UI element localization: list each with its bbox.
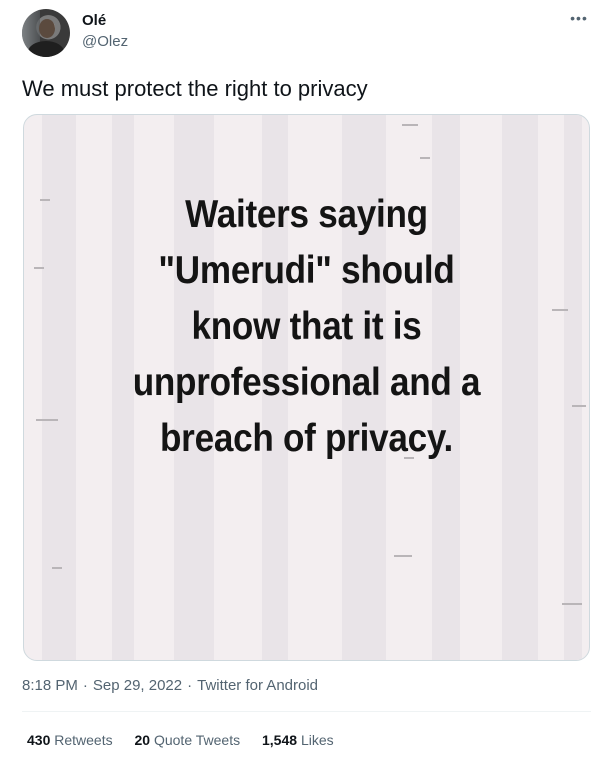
separator-dot: ·: [82, 677, 88, 694]
image-speck: [402, 124, 418, 126]
separator-dot: ·: [187, 677, 193, 694]
likes-count: 1,548: [262, 732, 298, 748]
image-texture: [564, 115, 582, 660]
tweet-text: We must protect the right to privacy: [22, 76, 368, 101]
image-speck: [34, 267, 44, 269]
image-speck: [562, 603, 582, 605]
avatar[interactable]: [22, 9, 70, 57]
tweet-meta: 8:18 PM · Sep 29, 2022 · Twitter for Android: [22, 677, 318, 695]
image-speck: [572, 405, 586, 407]
quote-tweets-stat[interactable]: 20 Quote Tweets: [135, 731, 241, 749]
caption-line: "Umerudi" should: [158, 249, 455, 292]
quote-tweets-label: Quote Tweets: [153, 732, 241, 748]
divider: [22, 711, 591, 712]
quote-tweets-count: 20: [134, 732, 151, 748]
tweet-time[interactable]: 8:18 PM: [22, 677, 78, 694]
image-speck: [420, 157, 430, 159]
retweets-label: Retweets: [54, 732, 113, 748]
image-speck: [40, 199, 50, 201]
tweet: Olé @Olez ••• We must protect the right …: [0, 0, 613, 758]
caption-line: Waiters saying: [185, 193, 428, 236]
image-speck: [394, 555, 412, 557]
avatar-head: [39, 19, 55, 38]
author-name[interactable]: Olé: [82, 12, 106, 30]
caption-line: know that it is: [191, 305, 422, 348]
likes-label: Likes: [300, 732, 334, 748]
caption-line: breach of privacy.: [160, 417, 453, 460]
tweet-stats: 430 Retweets 20 Quote Tweets 1,548 Likes: [27, 731, 352, 749]
retweets-stat[interactable]: 430 Retweets: [27, 731, 113, 749]
likes-stat[interactable]: 1,548 Likes: [262, 731, 334, 749]
author-handle[interactable]: @Olez: [82, 33, 128, 51]
image-caption: Waiters saying "Umerudi" should know tha…: [52, 187, 561, 467]
more-horizontal-icon[interactable]: •••: [566, 8, 592, 28]
tweet-source[interactable]: Twitter for Android: [197, 677, 318, 694]
avatar-shoulders: [28, 41, 64, 57]
tweet-date[interactable]: Sep 29, 2022: [93, 677, 182, 694]
retweets-count: 430: [27, 732, 51, 748]
tweet-image[interactable]: Waiters saying "Umerudi" should know tha…: [23, 114, 590, 661]
image-speck: [52, 567, 62, 569]
caption-line: unprofessional and a: [132, 361, 481, 404]
